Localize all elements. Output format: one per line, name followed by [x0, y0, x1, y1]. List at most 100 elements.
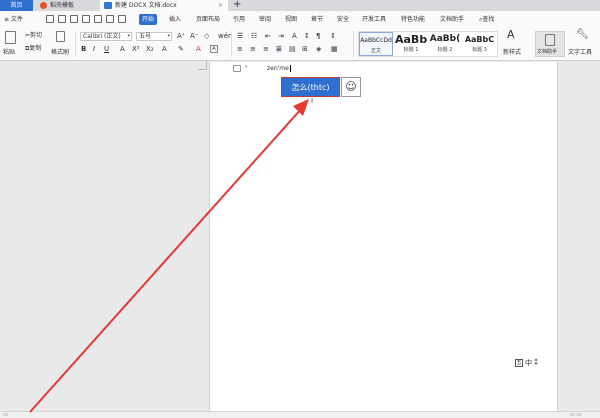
bullet-list-icon[interactable]: ☰ [237, 32, 243, 40]
cut-label: 剪切 [30, 32, 43, 39]
tab-bar: 首页 稻壳模板 新建 DOCX 文档.docx × + [0, 0, 600, 11]
text-tools-button[interactable]: 文字工具 [568, 47, 592, 56]
strikethrough-icon[interactable]: A [120, 45, 125, 53]
char-border-icon[interactable]: A [210, 45, 218, 53]
menu-view[interactable]: 视图 [285, 14, 297, 25]
word-doc-icon [104, 2, 112, 9]
distribute-icon[interactable]: ▤ [289, 45, 296, 53]
highlight-icon[interactable]: ✎ [178, 45, 184, 53]
paste-icon[interactable] [5, 31, 16, 44]
separator [75, 31, 76, 57]
subscript-icon[interactable]: X₂ [146, 45, 154, 53]
print-preview-icon[interactable] [82, 15, 90, 23]
new-style-button[interactable]: 新样式 [503, 47, 521, 56]
menu-review[interactable]: 审阅 [259, 14, 271, 25]
menu-start[interactable]: 开始 [139, 14, 158, 25]
styles-gallery: AaBbCcDd 正文 AaBb 标题 1 AaBb( 标题 2 AaBbC 标… [358, 31, 498, 57]
daoke-logo-icon [40, 2, 47, 9]
menu-features[interactable]: 特色功能 [401, 14, 425, 25]
search-label: 查找 [482, 16, 495, 23]
menu-security[interactable]: 安全 [337, 14, 349, 25]
export-pdf-icon[interactable] [58, 15, 66, 23]
tab-home[interactable]: 首页 [0, 0, 33, 11]
quick-access-more-icon[interactable] [118, 15, 126, 23]
copy-button[interactable]: ⧉复制 [25, 45, 41, 53]
ime-status-bar[interactable]: 五中 ⁑ [512, 357, 552, 370]
decrease-indent-icon[interactable]: ⇤ [265, 32, 271, 40]
numbered-list-icon[interactable]: ☷ [251, 32, 257, 40]
text-effect-icon[interactable]: A [162, 45, 167, 53]
shrink-font-icon[interactable]: A⁻ [190, 32, 198, 40]
superscript-icon[interactable]: X² [132, 45, 140, 53]
emoji-icon[interactable]: ☺ [341, 77, 361, 97]
cut-button[interactable]: ✂剪切 [25, 32, 42, 40]
tab-template[interactable]: 稻壳模板 [36, 0, 100, 11]
style-preview: AaBb( [429, 34, 461, 44]
style-preview: AaBbCcDd [360, 37, 392, 44]
increase-indent-icon[interactable]: ⇥ [278, 32, 284, 40]
show-marks-icon[interactable]: ¶ [316, 32, 320, 40]
style-label: 标题 1 [403, 47, 419, 53]
style-label: 正文 [370, 48, 381, 54]
menu-page-layout[interactable]: 页面布局 [196, 14, 220, 25]
paragraph-settings-icon[interactable]: ▦ [331, 45, 338, 53]
style-heading-2[interactable]: AaBb( 标题 2 [428, 32, 462, 56]
typed-pinyin-text: zen'me [267, 65, 289, 72]
font-color-icon[interactable]: A [196, 45, 201, 53]
style-normal[interactable]: AaBbCcDd 正文 [359, 32, 393, 56]
borders-icon[interactable]: ⊞ [302, 45, 308, 53]
clear-format-icon[interactable]: ◇ [204, 32, 209, 40]
menu-bar: ≡ 文件 开始 插入 页面布局 引用 审阅 视图 章节 安全 开发工具 特色功能… [0, 11, 600, 28]
align-right-icon[interactable]: ≡ [263, 45, 269, 53]
zoom-controls-icon[interactable]: ▭ ▭ [570, 412, 581, 418]
font-size-select[interactable]: 五号 ▾ [136, 32, 172, 41]
menu-developer[interactable]: 开发工具 [362, 14, 386, 25]
menu-doc-assistant[interactable]: 文档助手 [440, 14, 464, 25]
underline-icon[interactable]: U [104, 45, 109, 53]
tab-template-label: 稻壳模板 [50, 2, 75, 9]
wrench-icon[interactable]: 🔧︎ [576, 30, 589, 40]
text-caret [289, 65, 291, 72]
grow-font-icon[interactable]: A⁺ [177, 32, 185, 40]
menu-reference[interactable]: 引用 [233, 14, 245, 25]
menu-insert[interactable]: 插入 [169, 14, 181, 25]
doc-assistant-button[interactable]: 文档助手 [535, 31, 565, 57]
shading-icon[interactable]: ◈ [316, 45, 321, 53]
style-heading-1[interactable]: AaBb 标题 1 [395, 32, 427, 56]
new-style-icon[interactable]: A [507, 29, 515, 40]
save-icon[interactable] [46, 15, 54, 23]
font-size-value: 五号 [139, 33, 152, 40]
status-bar: ▭ ▭ ▭ [0, 411, 600, 418]
close-tab-icon[interactable]: × [218, 0, 223, 11]
align-left-icon[interactable]: ≡ [237, 45, 243, 53]
style-heading-3[interactable]: AaBbC 标题 3 [463, 32, 496, 56]
margin-corner-mark [198, 61, 207, 70]
font-name-select[interactable]: Calibri (正文) ▾ [80, 32, 132, 41]
new-tab-button[interactable]: + [233, 0, 245, 11]
chevron-down-icon: ▾ [167, 33, 170, 39]
ime-mode-label: 中 [525, 359, 532, 367]
tab-document[interactable]: 新建 DOCX 文档.docx × [100, 0, 228, 11]
document-page[interactable]: ▾ zen'me [198, 61, 558, 418]
menu-section[interactable]: 章节 [311, 14, 323, 25]
menu-search[interactable]: ⌕查找 [479, 14, 494, 25]
chinese-layout-icon[interactable]: A [292, 32, 297, 40]
sort-icon[interactable]: ↕ [304, 32, 310, 40]
print-icon[interactable] [70, 15, 78, 23]
style-label: 标题 3 [472, 47, 487, 53]
align-center-icon[interactable]: ≡ [250, 45, 256, 53]
chevron-down-icon[interactable]: ▾ [245, 64, 248, 70]
line-spacing-icon[interactable]: ⇕ [330, 32, 336, 40]
format-painter-button[interactable]: 格式刷 [51, 47, 69, 56]
italic-icon[interactable]: I [93, 45, 95, 53]
menu-file[interactable]: ≡ 文件 [4, 14, 23, 25]
justify-icon[interactable]: ≣ [276, 45, 282, 53]
redo-icon[interactable] [106, 15, 114, 23]
ime-candidate[interactable]: 怎么(thtc) [281, 77, 340, 97]
undo-icon[interactable] [94, 15, 102, 23]
paste-button[interactable]: 粘贴 [3, 47, 15, 56]
paragraph-handle-icon[interactable] [233, 65, 241, 72]
separator [353, 31, 354, 57]
bold-icon[interactable]: B [81, 45, 86, 53]
format-painter-icon[interactable] [56, 31, 65, 42]
